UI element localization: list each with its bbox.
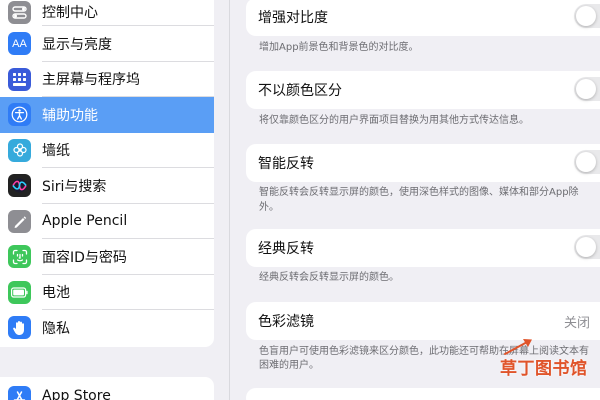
sidebar-apps-list: App Store: [0, 377, 214, 400]
watermark: 草丁图书馆: [500, 354, 588, 379]
setting-differentiate-without-color: 不以颜色区分: [246, 71, 600, 109]
sidebar-item-accessibility[interactable]: 辅助功能: [0, 97, 214, 133]
toggle-knob: [576, 152, 596, 172]
sidebar-item-apple-pencil[interactable]: Apple Pencil: [0, 204, 214, 239]
setting-description: 增加App前景色和背景色的对比度。: [259, 42, 419, 53]
sidebar-item-wallpaper[interactable]: 墙纸: [0, 133, 214, 168]
sidebar-item-app-store[interactable]: App Store: [0, 377, 214, 400]
setting-description: 智能反转会反转显示屏的颜色，使用深色样式的图像、媒体和部分App除外。: [259, 187, 579, 213]
color-filters-value: 关闭: [563, 315, 590, 331]
app-store-icon: [8, 386, 31, 400]
red-arrow-icon: [504, 339, 532, 355]
setting-description: 经典反转会反转显示屏的颜色。: [259, 272, 399, 283]
pencil-icon: [8, 209, 31, 233]
setting-increase-contrast: 增强对比度: [246, 0, 600, 36]
sidebar-item-battery[interactable]: 电池: [0, 275, 214, 310]
toggle-knob: [576, 79, 596, 99]
accessibility-icon: [8, 103, 31, 127]
setting-label: 经典反转: [258, 241, 314, 257]
wallpaper-icon: [8, 138, 31, 162]
sidebar-item-label: 电池: [42, 285, 70, 302]
privacy-hand-icon: [8, 316, 31, 340]
sidebar-item-label: 隐私: [42, 320, 70, 337]
classic-invert-toggle[interactable]: [574, 235, 600, 259]
sidebar-item-label: Siri与搜索: [42, 178, 107, 195]
sidebar-item-label: App Store: [42, 388, 111, 400]
setting-smart-invert: 智能反转: [246, 144, 600, 182]
sidebar-item-siri-search[interactable]: Siri与搜索: [0, 168, 214, 204]
sidebar-settings-list: 控制中心 AA 显示与亮度 主屏幕与程序坞 辅助功能 墙纸 Siri与搜索 Ap…: [0, 0, 214, 347]
setting-description: 将仅靠颜色区分的用户界面项目替换为用其他方式传达信息。: [259, 115, 529, 126]
setting-label: 不以颜色区分: [258, 83, 342, 99]
setting-color-filters[interactable]: 色彩滤镜 关闭: [246, 302, 600, 340]
sidebar-item-privacy[interactable]: 隐私: [0, 310, 214, 346]
setting-label: 增强对比度: [258, 10, 328, 26]
sidebar-item-label: Apple Pencil: [42, 213, 128, 230]
smart-invert-toggle[interactable]: [574, 150, 600, 174]
sidebar-item-face-id[interactable]: 面容ID与密码: [0, 239, 214, 275]
sidebar-item-label: 墙纸: [42, 143, 70, 160]
toggle-knob: [576, 237, 596, 257]
control-center-icon: [8, 0, 31, 24]
siri-icon: [8, 174, 31, 198]
sidebar-item-label: 主屏幕与程序坞: [42, 72, 140, 89]
battery-icon: [8, 280, 31, 304]
sidebar-item-label: 显示与亮度: [42, 36, 112, 53]
sidebar-item-label: 辅助功能: [42, 107, 98, 124]
sidebar-item-control-center[interactable]: 控制中心: [0, 0, 214, 26]
sidebar-item-home-screen-dock[interactable]: 主屏幕与程序坞: [0, 62, 214, 97]
sidebar: 控制中心 AA 显示与亮度 主屏幕与程序坞 辅助功能 墙纸 Siri与搜索 Ap…: [0, 0, 215, 400]
face-id-icon: [8, 245, 31, 269]
setting-next-row[interactable]: [246, 388, 600, 400]
setting-classic-invert: 经典反转: [246, 229, 600, 267]
display-brightness-icon: AA: [8, 32, 31, 56]
sidebar-item-display-brightness[interactable]: AA 显示与亮度: [0, 26, 214, 62]
toggle-knob: [576, 6, 596, 26]
increase-contrast-toggle[interactable]: [574, 4, 600, 28]
setting-label: 智能反转: [258, 156, 314, 172]
watermark-text: 草丁图书馆: [500, 359, 588, 379]
accessibility-display-settings: 增强对比度 增加App前景色和背景色的对比度。 不以颜色区分 将仅靠颜色区分的用…: [230, 0, 600, 400]
home-screen-dock-icon: [8, 67, 31, 91]
differentiate-without-color-toggle[interactable]: [574, 77, 600, 101]
sidebar-item-label: 控制中心: [42, 5, 98, 21]
sidebar-item-label: 面容ID与密码: [42, 249, 127, 266]
setting-label: 色彩滤镜: [258, 314, 314, 330]
